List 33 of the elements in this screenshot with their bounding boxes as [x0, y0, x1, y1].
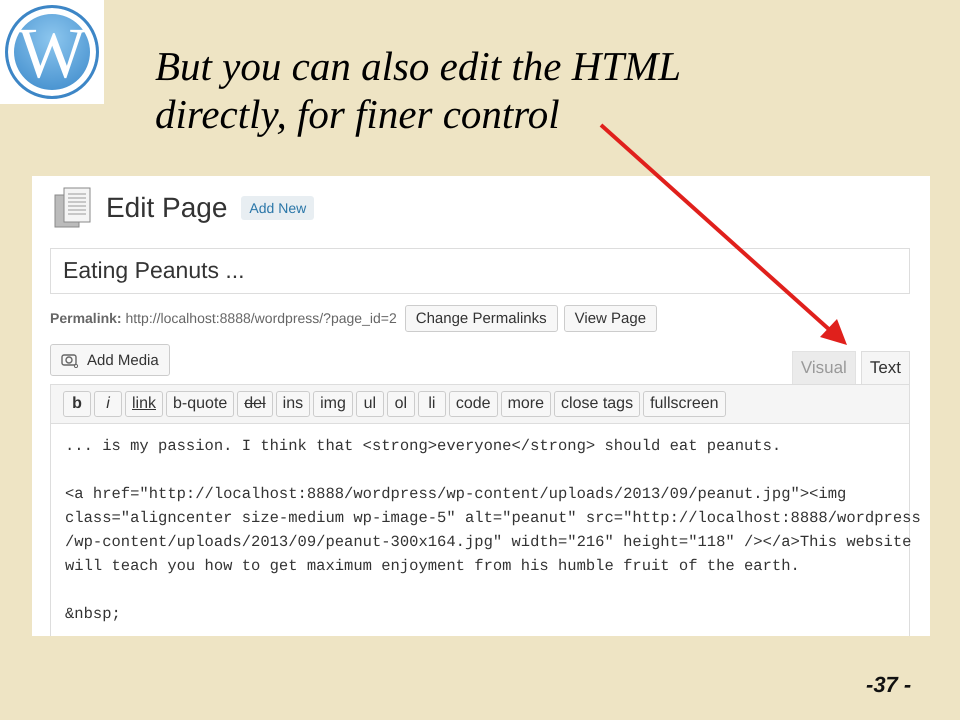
code-line: &nbsp;: [65, 604, 121, 625]
format-button[interactable]: ul: [356, 391, 384, 417]
format-button[interactable]: link: [125, 391, 164, 417]
format-button[interactable]: img: [313, 391, 353, 417]
format-button[interactable]: ol: [386, 391, 415, 417]
code-line: will teach you how to get maximum enjoyment from his humble fruit of the earth.: [65, 556, 800, 577]
slide-title: But you can also edit the HTML directly, for finer control: [155, 42, 682, 139]
format-button[interactable]: more: [500, 391, 552, 417]
permalink-text: Permalink: http://localhost:8888/wordpress/?page_id=2: [50, 310, 397, 326]
format-button[interactable]: close tags: [554, 391, 640, 417]
format-button[interactable]: code: [448, 391, 498, 417]
format-button[interactable]: b-quote: [166, 391, 234, 417]
page-heading: Edit Page: [106, 192, 228, 224]
wordpress-logo: W: [0, 0, 104, 104]
page-number: -37 -: [866, 672, 912, 698]
format-button[interactable]: i: [94, 391, 122, 417]
format-button[interactable]: ins: [276, 391, 310, 417]
title-field[interactable]: Eating Peanuts ...: [50, 248, 910, 294]
code-line: <a href="http://localhost:8888/wordpress/wp-content/uploads/2013/09/peanut.jpg"><img: [65, 484, 846, 505]
permalink-button[interactable]: View Page: [564, 304, 658, 332]
code-line: ... is my passion. I think that <strong>everyone</strong> should eat peanuts.: [65, 436, 782, 457]
code-line: /wp-content/uploads/2013/09/peanut-300x164.jpg" width="216" height="118" /></a>This website: [65, 532, 912, 553]
code-line: class="aligncenter size-medium wp-image-5" alt="peanut" src="http://localhost:8888/wordpress: [65, 508, 921, 529]
add-new-button[interactable]: Add New: [241, 196, 314, 220]
add-media-button[interactable]: Add Media: [50, 344, 170, 376]
permalink-button[interactable]: Change Permalinks: [404, 304, 558, 332]
format-button[interactable]: fullscreen: [643, 391, 726, 417]
format-button[interactable]: del: [237, 391, 273, 417]
format-button[interactable]: b: [63, 391, 91, 417]
format-button[interactable]: li: [418, 391, 446, 417]
pages-icon: [54, 187, 92, 229]
editor-tab[interactable]: Text: [860, 351, 910, 384]
camera-icon: [61, 352, 79, 368]
